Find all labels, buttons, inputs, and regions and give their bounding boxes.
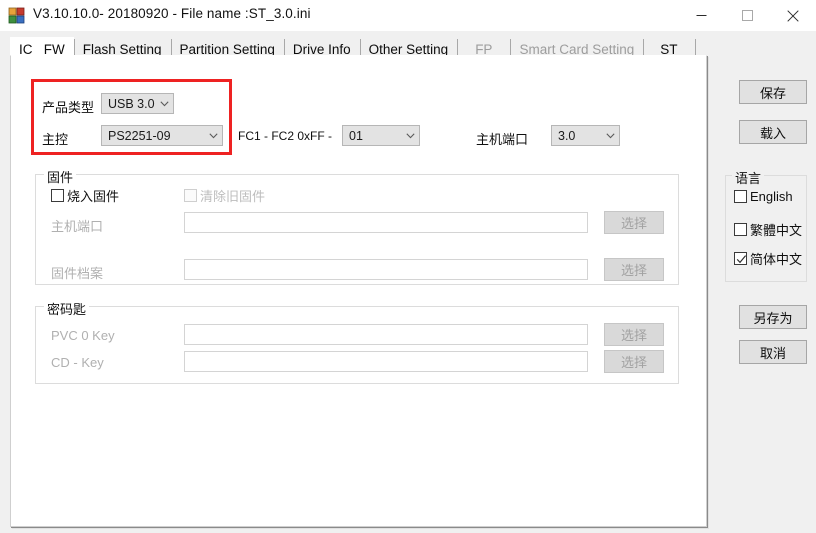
product-type-value: USB 3.0	[108, 96, 155, 111]
app-blocks-icon	[8, 7, 25, 24]
language-option-english[interactable]: English	[734, 189, 793, 204]
fc-value: 01	[349, 128, 363, 143]
product-type-label: 产品类型	[42, 100, 95, 115]
firmware-host-port-select-button: 选择	[604, 211, 664, 234]
firmware-group-title: 固件	[44, 167, 77, 186]
pvc-key-label: PVC 0 Key	[51, 328, 115, 343]
application-window: V3.10.10.0- 20180920 - File name :ST_3.0…	[0, 0, 816, 533]
fc-range-label: FC1 - FC2 0xFF -	[238, 129, 333, 143]
password-key-group-title: 密码匙	[44, 299, 90, 318]
firmware-host-port-label: 主机端口	[51, 219, 104, 234]
language-option-traditional-chinese[interactable]: 繁體中文	[734, 220, 802, 239]
host-port-value: 3.0	[558, 128, 576, 143]
burn-firmware-checkbox[interactable]: 烧入固件	[51, 186, 119, 205]
button-label: 取消	[759, 345, 786, 361]
window-controls	[678, 0, 816, 31]
controller-label: 主控	[42, 132, 69, 147]
cd-key-select-button: 选择	[604, 350, 664, 373]
load-button[interactable]: 载入	[739, 120, 807, 144]
clear-old-firmware-checkbox: 清除旧固件	[184, 186, 265, 205]
cd-key-input	[184, 351, 588, 372]
button-label: 选择	[620, 216, 647, 231]
controller-value: PS2251-09	[108, 128, 171, 143]
button-label: 选择	[620, 355, 647, 370]
main-content-panel: 产品类型 USB 3.0 主控 PS2251-09 FC1 - FC2 0xFF…	[10, 55, 707, 527]
button-label: 载入	[759, 125, 786, 141]
chevron-down-icon	[204, 126, 222, 145]
close-button[interactable]	[770, 0, 816, 31]
checkbox-label: 简体中文	[750, 252, 803, 267]
chevron-down-icon	[155, 94, 173, 113]
checkbox-label: 繁體中文	[750, 223, 803, 238]
button-label: 选择	[620, 263, 647, 278]
checkbox-label: English	[750, 189, 793, 204]
controller-dropdown[interactable]: PS2251-09	[101, 125, 223, 146]
host-port-label: 主机端口	[476, 132, 529, 147]
checkmark-icon	[736, 253, 747, 268]
maximize-button[interactable]	[724, 0, 770, 31]
cd-key-label: CD - Key	[51, 355, 104, 370]
password-key-group: 密码匙 PVC 0 Key 选择 CD - Key 选择	[35, 299, 679, 384]
firmware-file-label: 固件档案	[51, 266, 104, 281]
save-button[interactable]: 保存	[739, 80, 807, 104]
language-option-simplified-chinese[interactable]: 简体中文	[734, 249, 802, 268]
button-label: 选择	[620, 328, 647, 343]
firmware-group: 固件 烧入固件 清除旧固件 主机端口 选择 固件档案 选择	[35, 167, 679, 285]
checkbox-box	[51, 189, 64, 202]
cancel-button[interactable]: 取消	[739, 340, 807, 364]
checkbox-label: 烧入固件	[67, 189, 120, 204]
minimize-icon	[696, 15, 706, 16]
product-type-dropdown[interactable]: USB 3.0	[101, 93, 174, 114]
language-group: 语言 English 繁體中文 简体中文	[725, 168, 807, 282]
chevron-down-icon	[601, 126, 619, 145]
button-label: 保存	[759, 85, 786, 101]
title-bar: V3.10.10.0- 20180920 - File name :ST_3.0…	[0, 0, 816, 31]
close-icon	[787, 9, 799, 22]
pvc-key-select-button: 选择	[604, 323, 664, 346]
checkbox-box	[734, 223, 747, 236]
firmware-file-input	[184, 259, 588, 280]
checkbox-label: 清除旧固件	[200, 189, 266, 204]
window-title: V3.10.10.0- 20180920 - File name :ST_3.0…	[33, 6, 311, 21]
host-port-dropdown[interactable]: 3.0	[551, 125, 620, 146]
checkbox-box	[734, 190, 747, 203]
firmware-file-select-button: 选择	[604, 258, 664, 281]
checkbox-box	[734, 252, 747, 265]
checkbox-box	[184, 189, 197, 202]
chevron-down-icon	[401, 126, 419, 145]
save-as-button[interactable]: 另存为	[739, 305, 807, 329]
pvc-key-input	[184, 324, 588, 345]
minimize-button[interactable]	[678, 0, 724, 31]
language-group-title: 语言	[732, 168, 765, 187]
firmware-host-port-input	[184, 212, 588, 233]
fc-value-dropdown[interactable]: 01	[342, 125, 420, 146]
button-label: 另存为	[753, 310, 793, 326]
maximize-icon	[741, 10, 753, 21]
